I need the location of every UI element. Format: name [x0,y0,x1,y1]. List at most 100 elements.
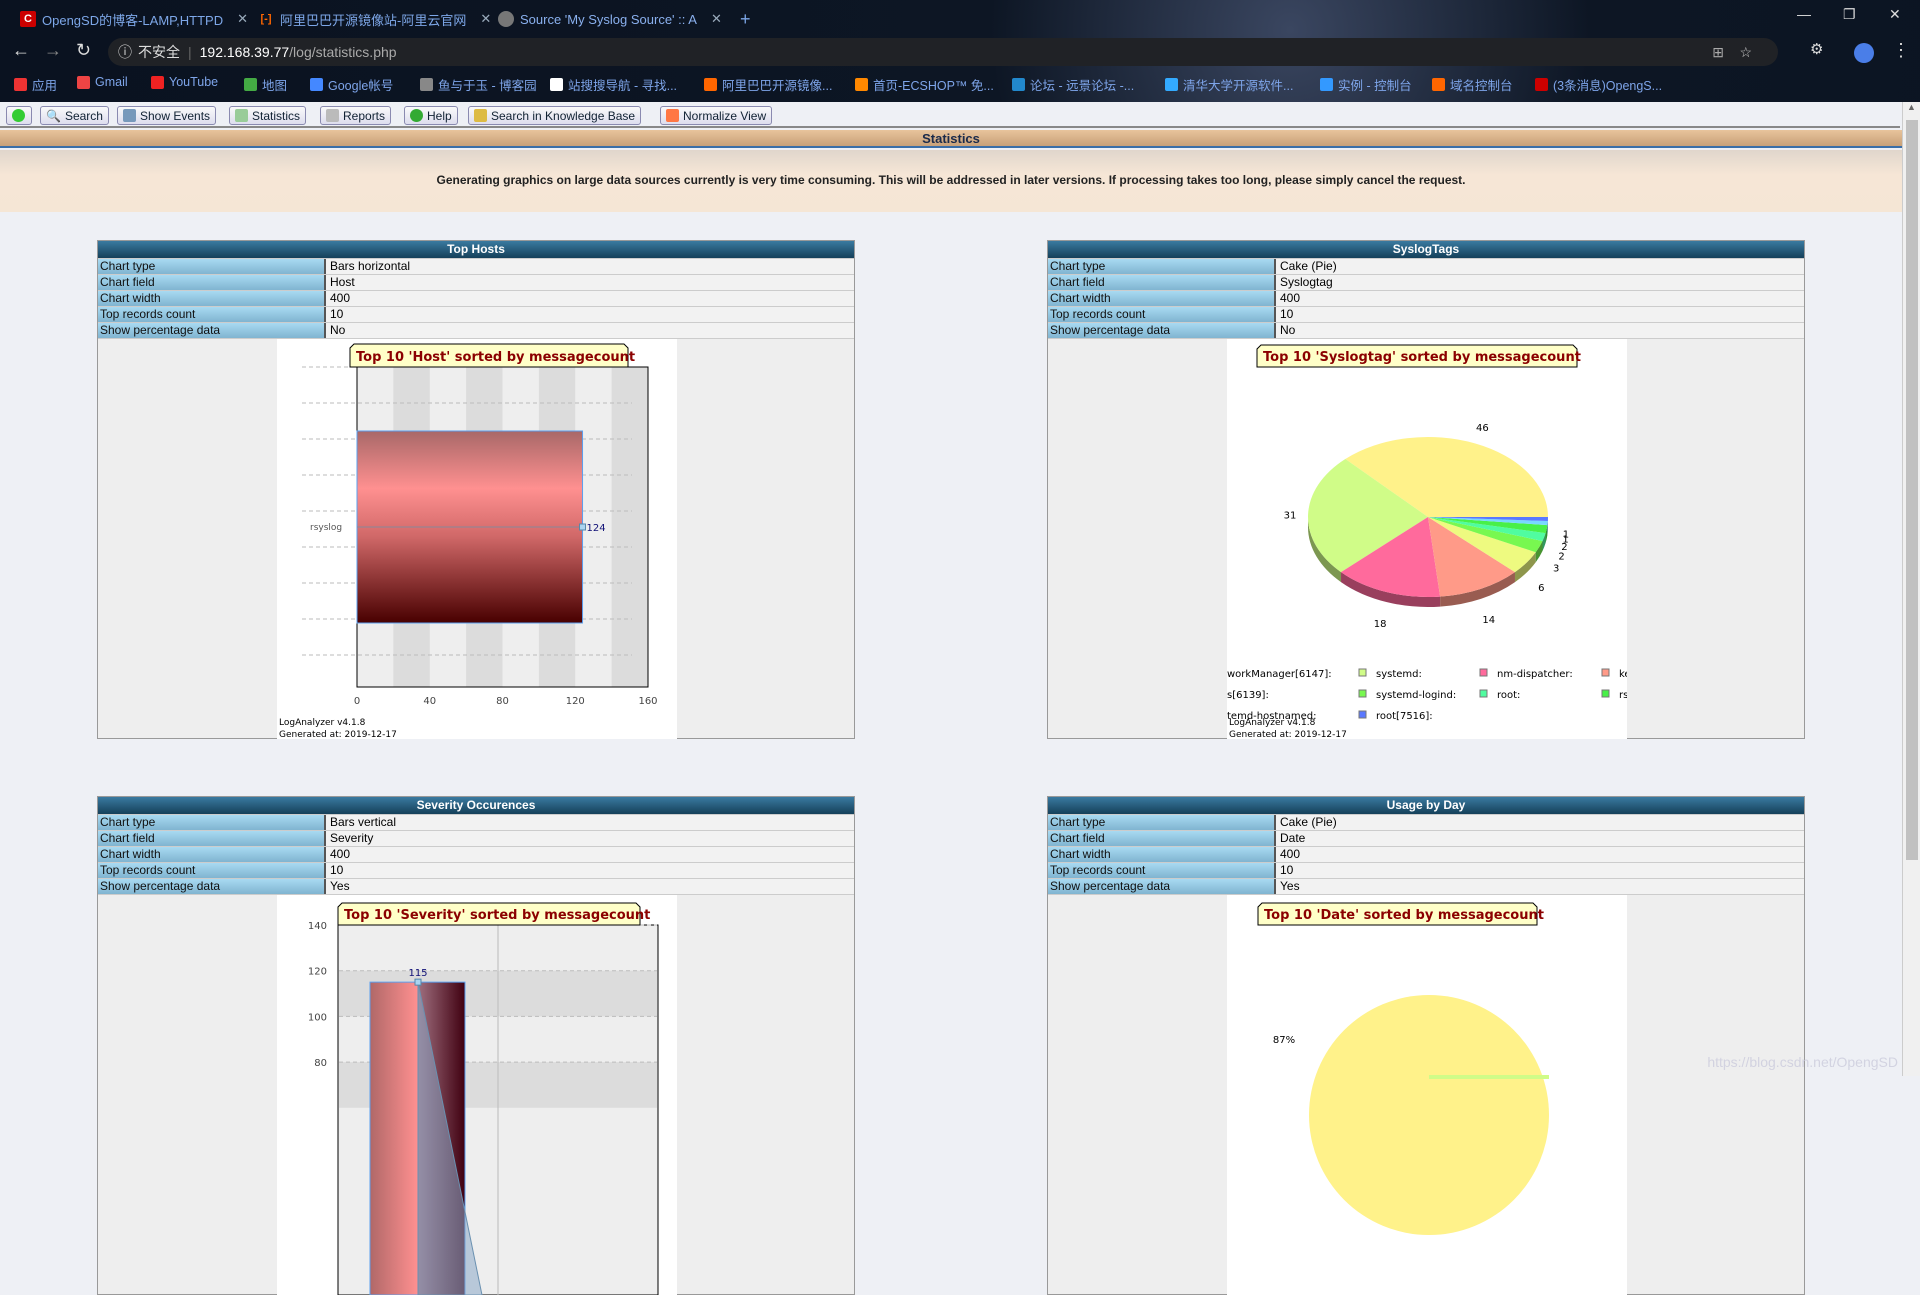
status-button[interactable] [6,106,32,125]
property-row: Chart fieldHost [98,274,854,290]
notice-text: Generating graphics on large data source… [0,150,1902,212]
version-label: LogAnalyzer v4.1.8 [279,718,366,728]
legend-label: root: [1497,690,1520,701]
bookmark-item[interactable]: 域名控制台 [1432,75,1513,94]
bookmark-item[interactable]: Google帐号 [310,75,393,94]
bookmark-icon [1320,78,1333,91]
bookmark-item[interactable]: Gmail [77,75,128,89]
property-value: 400 [1276,291,1804,306]
help-icon [410,109,423,122]
close-window-icon[interactable]: ✕ [1889,6,1901,23]
address-bar[interactable]: ⓘ 不安全 | 192.168.39.77/log/statistics.php… [108,38,1778,66]
property-row: Top records count10 [1048,306,1804,322]
bookmark-item[interactable]: 论坛 - 远景论坛 -... [1012,75,1134,94]
category-label: rsyslog [310,523,342,533]
chart-panel: Severity OccurencesChart typeBars vertic… [97,796,855,1295]
browser-tab[interactable]: COpengSD的博客-LAMP,HTTPD✕ [20,8,248,30]
panel-title: SyslogTags [1048,241,1804,258]
bookmark-icon [244,78,257,91]
property-value: Yes [326,879,854,894]
translate-icon[interactable]: ⊞ [1712,44,1724,61]
legend-label: systemd-logind: [1376,690,1456,701]
scrollbar-thumb[interactable] [1906,120,1918,860]
extension-icon[interactable]: ⚙ [1810,40,1823,58]
help-button[interactable]: Help [404,106,458,125]
browser-tab[interactable]: [-]阿里巴巴开源镜像站-阿里云官网✕ [258,8,491,30]
property-row: Chart width400 [1048,846,1804,862]
menu-icon[interactable]: ⋮ [1892,40,1910,61]
tick-label: 140 [308,921,327,932]
slice-label: 87% [1273,1035,1295,1046]
slice-label: 18 [1374,619,1387,630]
slice-label: 31 [1284,511,1297,522]
new-tab-button[interactable]: + [740,8,751,30]
bookmark-item[interactable]: (3条消息)OpengS... [1535,75,1662,94]
legend-label: ke [1619,669,1627,680]
bookmark-item[interactable]: 应用 [14,75,57,94]
close-tab-icon[interactable]: ✕ [237,11,248,27]
property-row: Chart width400 [98,290,854,306]
version-label: LogAnalyzer v4.1.8 [1229,718,1316,728]
report-icon [326,109,339,122]
show-events-button[interactable]: Show Events [117,106,216,125]
property-row: Chart typeBars vertical [98,814,854,830]
legend-swatch [1359,669,1366,676]
bookmark-item[interactable]: 首页-ECSHOP™ 免... [855,75,994,94]
tick-label: 120 [566,696,585,707]
bookmark-icon [1165,78,1178,91]
tick-label: 0 [354,696,360,707]
property-label: Chart width [98,291,326,306]
bookmark-item[interactable]: 鱼与于玉 - 博客园 [420,75,537,94]
search-button[interactable]: 🔍Search [40,106,109,125]
property-label: Chart width [1048,291,1276,306]
property-label: Show percentage data [1048,879,1276,894]
property-row: Show percentage dataYes [1048,878,1804,894]
bookmark-icon [1432,78,1445,91]
normalize-view-button[interactable]: Normalize View [660,106,772,125]
scrollbar[interactable]: ▲ [1902,102,1920,1076]
close-tab-icon[interactable]: ✕ [711,11,722,27]
statistics-button[interactable]: Statistics [229,106,306,125]
minimize-icon[interactable]: — [1797,6,1811,22]
browser-tab-active[interactable]: Source 'My Syslog Source' :: A✕ [498,8,722,30]
bookmark-item[interactable]: 地图 [244,75,287,94]
close-tab-icon[interactable]: ✕ [480,11,491,27]
property-value: Bars vertical [326,815,854,830]
property-label: Chart width [1048,847,1276,862]
property-value: 10 [1276,863,1804,878]
bookmark-item[interactable]: 站搜搜导航 - 寻找... [550,75,677,94]
reports-button[interactable]: Reports [320,106,391,125]
browser-chrome: COpengSD的博客-LAMP,HTTPD✕ [-]阿里巴巴开源镜像站-阿里云… [0,0,1920,102]
security-label: 不安全 [138,42,180,62]
property-row: Chart typeCake (Pie) [1048,814,1804,830]
bookmark-item[interactable]: 清华大学开源软件... [1165,75,1293,94]
bookmark-item[interactable]: 阿里巴巴开源镜像... [704,75,832,94]
chart-image: 87%Top 10 'Date' sorted by messagecount [1227,895,1627,1295]
calculator-icon [666,109,679,122]
property-label: Chart field [1048,275,1276,290]
property-value: 400 [1276,847,1804,862]
avatar[interactable] [1854,43,1874,63]
reload-icon[interactable]: ↻ [76,40,91,61]
property-label: Top records count [98,863,326,878]
star-icon[interactable]: ☆ [1739,44,1752,61]
bookmark-item[interactable]: 实例 - 控制台 [1320,75,1412,94]
knowledge-base-button[interactable]: Search in Knowledge Base [468,106,641,125]
property-row: Top records count10 [98,862,854,878]
property-label: Top records count [1048,863,1276,878]
property-value: 10 [1276,307,1804,322]
legend-swatch [1480,669,1487,676]
chart-image: 46311814632211Top 10 'Syslogtag' sorted … [1227,339,1627,739]
chart-title: Top 10 'Host' sorted by messagecount [356,350,635,365]
tick-label: 100 [308,1012,327,1023]
tick-label: 160 [638,696,657,707]
bookmark-icon [550,78,563,91]
property-label: Show percentage data [1048,323,1276,338]
property-label: Show percentage data [98,879,326,894]
bookmark-item[interactable]: YouTube [151,75,218,89]
forward-icon[interactable]: → [44,40,62,61]
back-icon[interactable]: ← [12,40,30,61]
property-value: Cake (Pie) [1276,815,1804,830]
restore-icon[interactable]: ❐ [1843,6,1856,23]
legend-label: rsy [1619,690,1627,701]
